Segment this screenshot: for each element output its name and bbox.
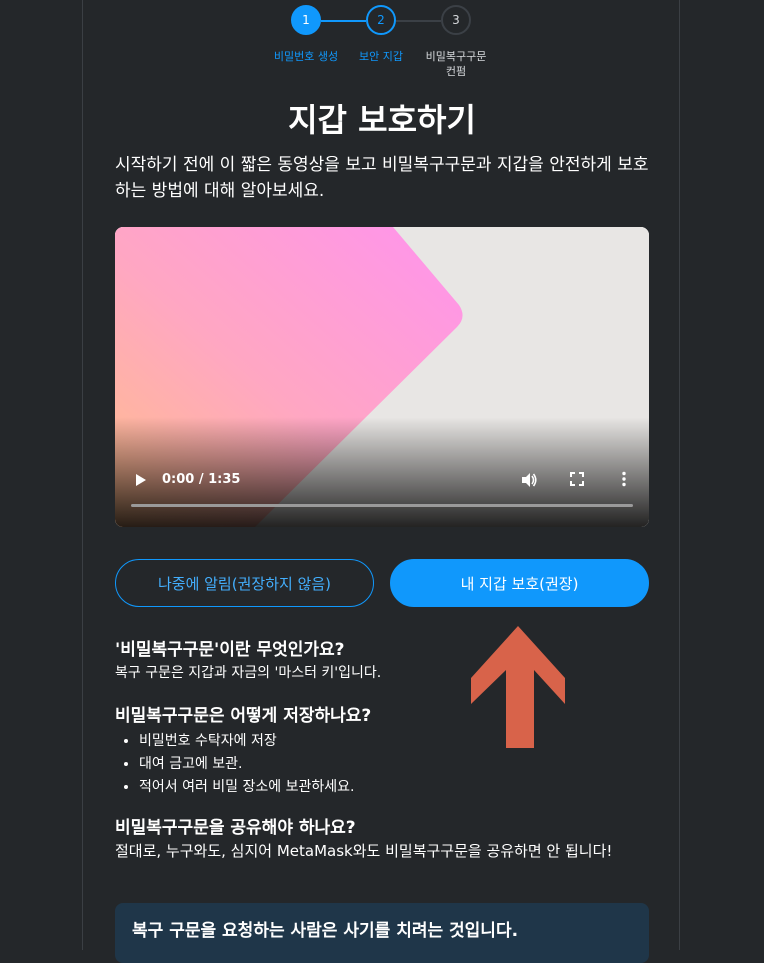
faq-how-to-store: 비밀복구구문은 어떻게 저장하나요? 비밀번호 수탁자에 저장 대여 금고에 보… <box>115 704 655 799</box>
scam-warning-banner: 복구 구문을 요청하는 사람은 사기를 치려는 것입니다. <box>115 903 649 963</box>
faq-q3-title: 비밀복구구문을 공유해야 하나요? <box>115 818 356 838</box>
remind-later-button[interactable]: 나중에 알림(권장하지 않음) <box>115 559 374 607</box>
fullscreen-icon[interactable] <box>569 471 585 487</box>
step-3-circle: 3 <box>441 5 471 35</box>
list-item: 비밀번호 수탁자에 저장 <box>139 730 655 753</box>
faq-what-is-srp: '비밀복구구문'이란 무엇인가요? 복구 구문은 지갑과 자금의 '마스터 키'… <box>115 638 655 684</box>
volume-icon[interactable] <box>520 471 538 489</box>
step-connector-2 <box>396 20 441 22</box>
step-2-circle: 2 <box>366 5 396 35</box>
step-3-label: 비밀복구구문 컨펌 <box>425 50 487 78</box>
step-1-circle: 1 <box>291 5 321 35</box>
faq-q3-text: 절대로, 누구와도, 심지어 MetaMask와도 비밀복구구문을 공유하면 안… <box>115 842 613 860</box>
play-icon[interactable] <box>135 473 147 487</box>
list-item: 대여 금고에 보관. <box>139 753 655 776</box>
intro-text: 시작하기 전에 이 짧은 동영상을 보고 비밀복구구문과 지갑을 안전하게 보호… <box>115 155 649 201</box>
faq-q2-list: 비밀번호 수탁자에 저장 대여 금고에 보관. 적어서 여러 비밀 장소에 보관… <box>115 730 655 799</box>
faq-q1-text: 복구 구문은 지갑과 자금의 '마스터 키'입니다. <box>115 665 382 681</box>
faq-q2-title: 비밀복구구문은 어떻게 저장하나요? <box>115 706 372 726</box>
video-time: 0:00 / 1:35 <box>162 472 241 487</box>
secure-wallet-button[interactable]: 내 지갑 보호(권장) <box>390 559 649 607</box>
progress-stepper: 1 2 3 비밀번호 생성 보안 지갑 비밀복구구문 컨펌 <box>0 5 764 85</box>
faq-should-share: 비밀복구구문을 공유해야 하나요? 절대로, 누구와도, 심지어 MetaMas… <box>115 816 649 863</box>
warning-text: 복구 구문을 요청하는 사람은 사기를 치려는 것입니다. <box>132 921 519 941</box>
page-title: 지갑 보호하기 <box>288 101 476 139</box>
tutorial-video[interactable]: 0:00 / 1:35 <box>115 227 649 527</box>
video-progress-bar[interactable] <box>131 504 633 507</box>
more-vertical-icon[interactable] <box>621 471 627 487</box>
step-connector-1 <box>321 20 366 22</box>
list-item: 적어서 여러 비밀 장소에 보관하세요. <box>139 776 655 799</box>
faq-q1-title: '비밀복구구문'이란 무엇인가요? <box>115 640 345 660</box>
